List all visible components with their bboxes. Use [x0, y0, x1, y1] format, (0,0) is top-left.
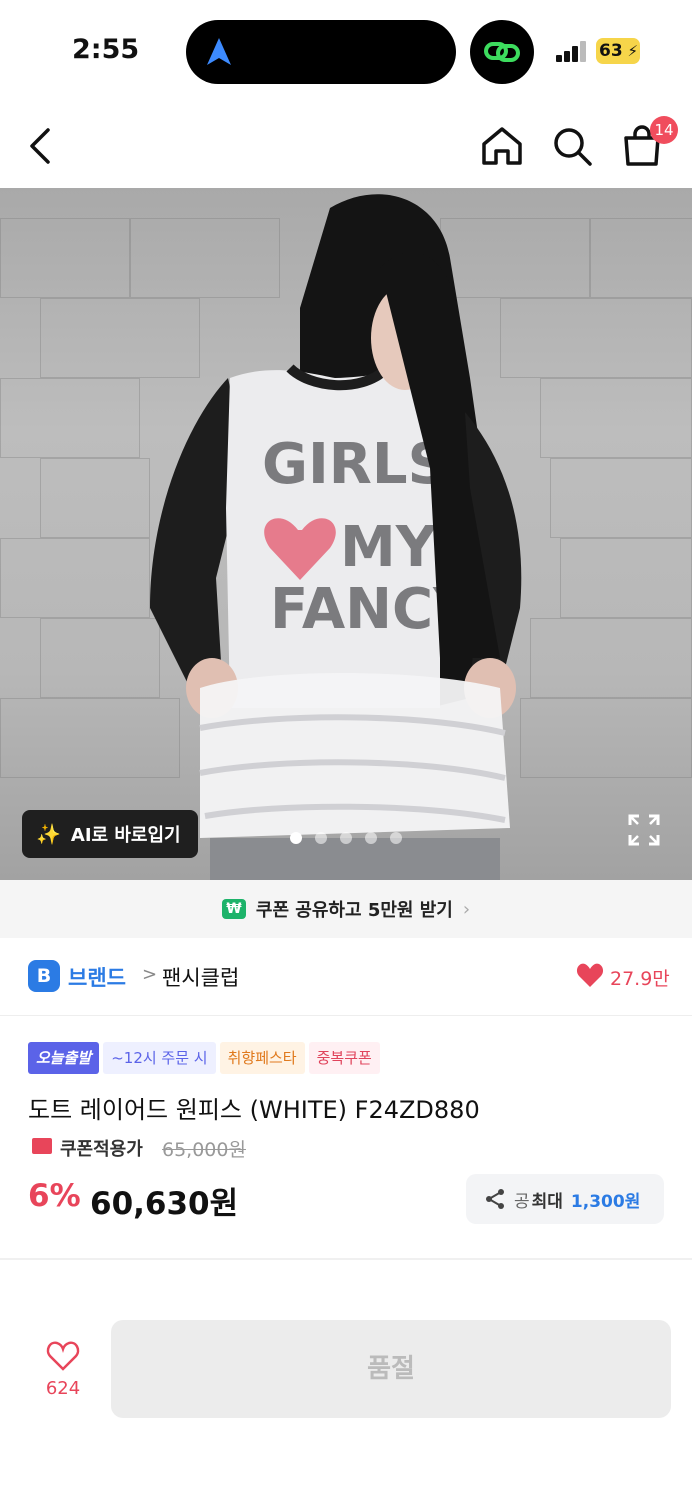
brand-label[interactable]: 브랜드	[68, 962, 126, 992]
sale-price: 60,630원	[90, 1186, 239, 1222]
svg-text:GIRLS: GIRLS	[262, 432, 448, 497]
expand-icon[interactable]	[626, 812, 662, 848]
svg-text:MY: MY	[340, 515, 438, 580]
top-navigation	[0, 104, 692, 188]
won-badge-icon: ₩	[221, 899, 246, 919]
magic-wand-icon: ✨	[36, 822, 61, 846]
chevron-right-icon: ›	[462, 898, 471, 920]
share-amount: 1,300원	[570, 1191, 641, 1212]
model-photo: GIRLS MY FANCY	[150, 194, 522, 880]
live-activity-icon	[470, 20, 534, 84]
tag-duplicate-coupon: 중복쿠폰	[308, 1042, 380, 1074]
share-reward-button[interactable]: 공 최대 1,300원	[466, 1174, 664, 1224]
search-icon[interactable]	[548, 122, 596, 170]
coupon-share-text: 쿠폰 공유하고 5만원 받기	[255, 900, 453, 921]
chevron-right-icon: >	[142, 964, 158, 985]
wishlist-count: 624	[45, 1378, 81, 1399]
original-price: 65,000원	[162, 1139, 246, 1161]
product-title: 도트 레이어드 원피스 (WHITE) F24ZD880	[28, 1096, 480, 1124]
cellular-signal-icon	[556, 40, 590, 62]
bottom-action-bar: 624 품절	[0, 1300, 692, 1500]
coupon-ticket-icon	[32, 1138, 52, 1154]
share-icon	[486, 1189, 504, 1209]
chevron-left-icon[interactable]	[18, 122, 66, 170]
brand-row: B 브랜드 > 팬시클럽 27.9만	[0, 938, 692, 1016]
status-bar: 2:55 63 ⚡	[0, 0, 692, 104]
carousel-dot[interactable]	[315, 832, 327, 844]
discount-rate: 6%	[28, 1178, 81, 1214]
tag-order-deadline: ~12시 주문 시	[103, 1042, 216, 1074]
share-prefix: 공	[514, 1191, 530, 1212]
heart-icon[interactable]	[576, 962, 604, 988]
sold-out-button[interactable]: 품절	[111, 1320, 671, 1418]
tag-festa: 취향페스타	[219, 1042, 305, 1074]
heart-outline-icon	[46, 1341, 80, 1371]
carousel-dot[interactable]	[340, 832, 352, 844]
status-time: 2:55	[72, 34, 140, 65]
brand-name-link[interactable]: 팬시클럽	[162, 962, 239, 992]
home-icon[interactable]	[478, 122, 526, 170]
charging-bolt-icon: ⚡	[627, 42, 638, 60]
wishlist-button[interactable]: 624	[28, 1340, 98, 1410]
carousel-dot[interactable]	[365, 832, 377, 844]
carousel-indicator	[290, 832, 402, 844]
brand-logo-icon: B	[28, 960, 60, 992]
coupon-share-banner[interactable]: ₩ 쿠폰 공유하고 5만원 받기 ›	[0, 880, 692, 938]
ai-try-on-button[interactable]: ✨ AI로 바로입기	[22, 810, 198, 858]
battery-icon: 63 ⚡	[596, 38, 640, 64]
cart-count-badge: 14	[650, 116, 678, 144]
product-image-carousel[interactable]: GIRLS MY FANCY ✨ AI로 바로입기	[0, 188, 692, 880]
carousel-dot[interactable]	[390, 832, 402, 844]
tag-today-ship: 오늘출발	[28, 1042, 100, 1074]
battery-level: 63	[599, 41, 623, 61]
product-tags: 오늘출발 ~12시 주문 시 취향페스타 중복쿠폰	[28, 1042, 380, 1074]
brand-like-count: 27.9만	[610, 968, 670, 990]
coupon-price-label: 쿠폰적용가	[60, 1139, 143, 1160]
ai-try-on-label: AI로 바로입기	[70, 825, 181, 846]
share-label: 최대	[531, 1191, 563, 1212]
carousel-dot[interactable]	[290, 832, 302, 844]
navigation-arrow-icon	[207, 38, 231, 65]
section-divider	[0, 1258, 692, 1260]
